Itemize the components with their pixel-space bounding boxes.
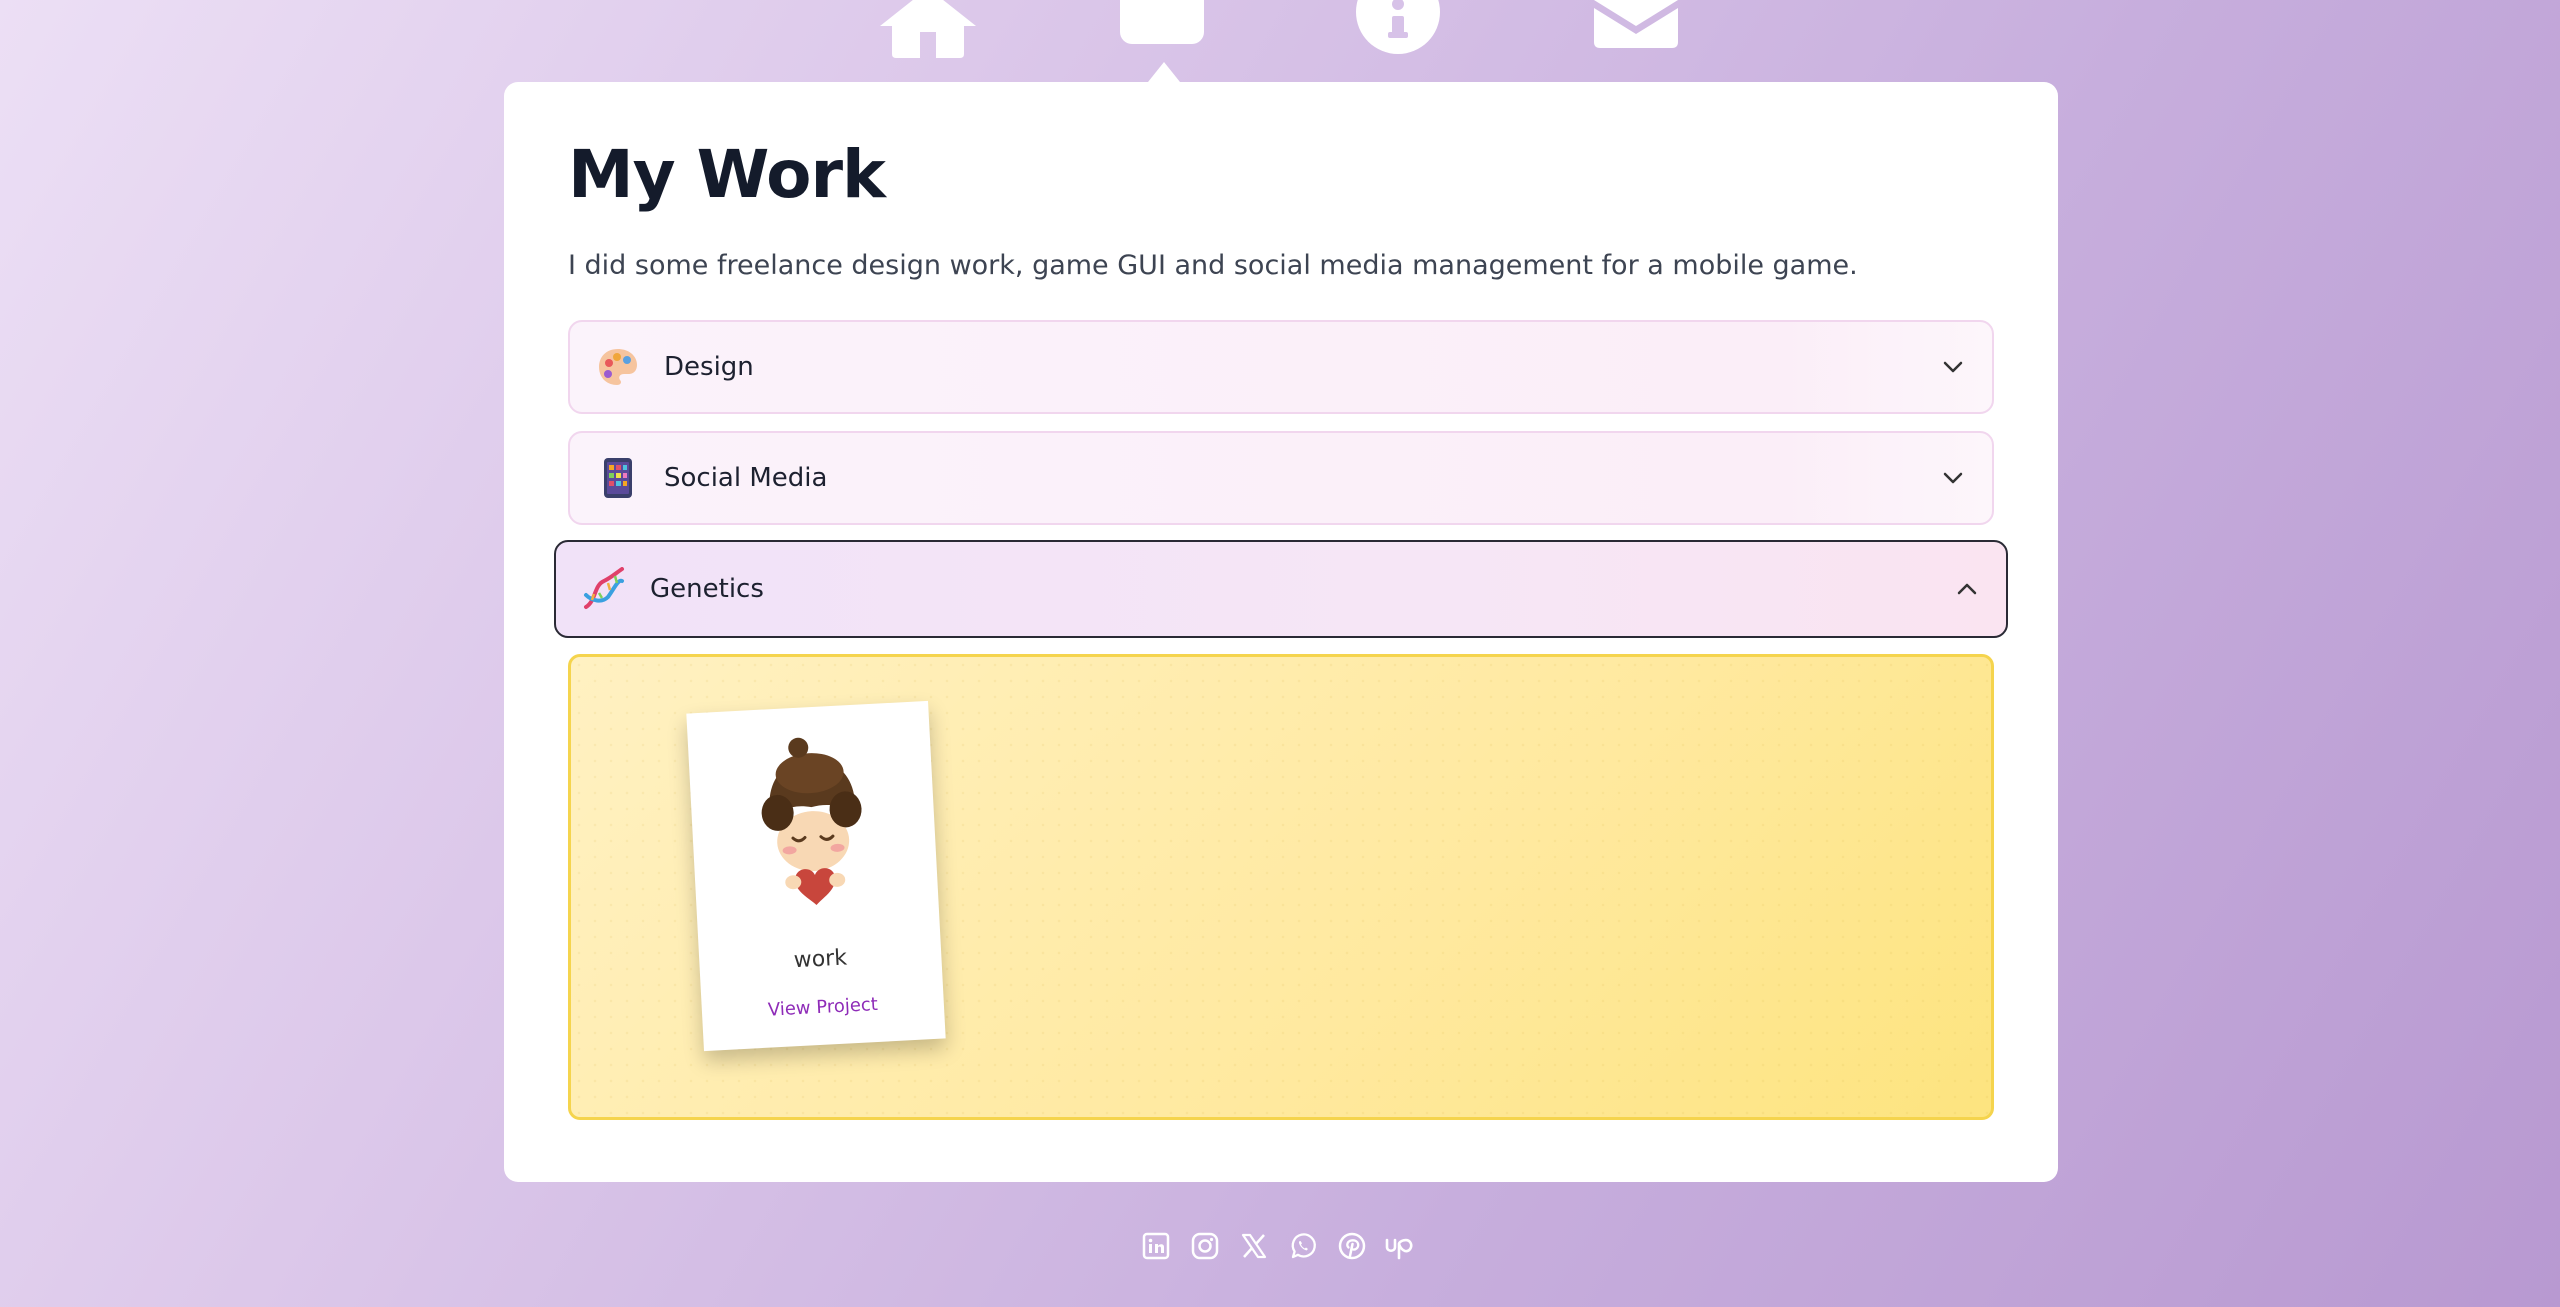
home-icon [880, 0, 976, 58]
project-name: work [793, 945, 848, 974]
whatsapp-icon[interactable] [1287, 1230, 1319, 1262]
accordion-label: Design [664, 352, 754, 382]
page-description: I did some freelance design work, game G… [568, 250, 1858, 281]
palette-icon [596, 345, 640, 389]
top-navigation [0, 0, 2560, 82]
linkedin-icon[interactable] [1140, 1230, 1172, 1262]
info-icon [1356, 0, 1440, 54]
accordion-design[interactable]: Design [568, 320, 1994, 414]
upwork-icon[interactable] [1385, 1230, 1417, 1262]
page-title: My Work [568, 136, 886, 213]
project-card[interactable]: work View Project [686, 700, 946, 1052]
genetics-panel: work View Project [568, 654, 1994, 1120]
chevron-up-icon [1957, 583, 1977, 595]
project-thumbnail [761, 737, 862, 906]
chevron-down-icon [1943, 472, 1963, 484]
instagram-icon[interactable] [1189, 1230, 1221, 1262]
mail-icon [1594, 0, 1678, 48]
phone-icon [596, 456, 640, 500]
work-icon [1120, 0, 1204, 44]
x-icon[interactable] [1238, 1230, 1270, 1262]
pinterest-icon[interactable] [1336, 1230, 1368, 1262]
accordion-label: Genetics [650, 574, 764, 604]
home-nav-button[interactable] [880, 0, 976, 58]
social-links [1140, 1230, 1417, 1262]
chevron-down-icon [1943, 361, 1963, 373]
contact-nav-button[interactable] [1594, 0, 1678, 48]
accordion-social-media[interactable]: Social Media [568, 431, 1994, 525]
work-nav-button[interactable] [1120, 0, 1204, 44]
active-nav-pointer [1148, 62, 1180, 82]
accordion-label: Social Media [664, 463, 828, 493]
about-nav-button[interactable] [1356, 0, 1440, 54]
dna-icon [582, 567, 626, 611]
accordion-genetics[interactable]: Genetics [554, 540, 2008, 638]
view-project-link[interactable]: View Project [701, 991, 944, 1025]
work-card: My Work I did some freelance design work… [504, 82, 2058, 1182]
